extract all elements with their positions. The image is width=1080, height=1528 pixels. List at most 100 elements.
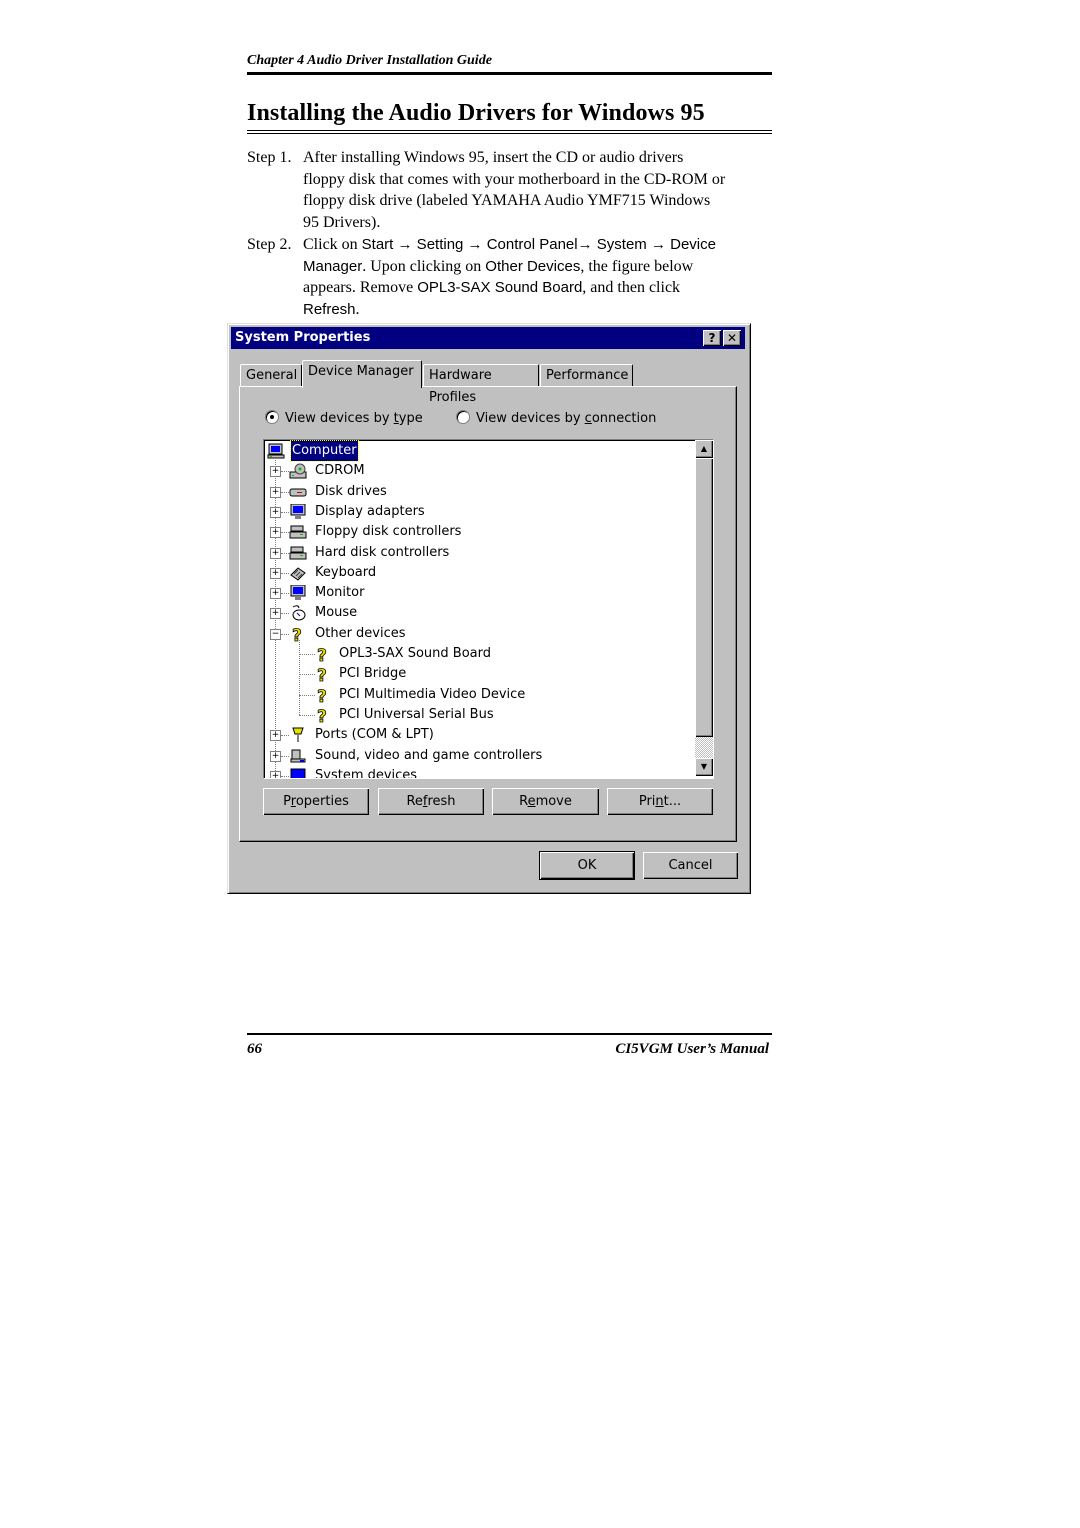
step-text: . Upon clicking on [362,257,486,275]
title-bar[interactable]: System Properties ? ✕ [231,327,745,349]
expand-icon[interactable]: + [270,770,281,778]
tree-item[interactable]: + Sound, video and game controllers [264,746,684,766]
button-label: Re [406,794,423,809]
expand-icon[interactable]: + [270,567,281,579]
question-icon: ? [289,625,307,646]
tree-item[interactable]: + Mouse [264,603,684,623]
tree-connector-line [299,714,315,716]
step-text: Click on [303,236,362,253]
close-button[interactable]: ✕ [723,330,741,346]
tree-item-label: CDROM [315,463,365,479]
tree-item-label: Keyboard [315,564,377,580]
radio-label: onnection [591,411,657,426]
tree-item[interactable]: + CDROM [264,461,684,481]
step-number: Step 1. [247,149,292,166]
display-adapter-icon [289,503,307,520]
tree-item[interactable]: + Keyboard [264,563,684,583]
properties-button[interactable]: Properties [263,788,369,815]
remove-button[interactable]: Remove [492,788,599,815]
tab-performance[interactable]: Performance [540,364,633,386]
tree-item[interactable]: ? PCI Universal Serial Bus [264,705,684,727]
scroll-track[interactable] [695,737,713,758]
tree-item[interactable]: ? PCI Multimedia Video Device [264,685,684,707]
page-number: 66 [247,1041,262,1057]
dialog-title: System Properties [235,330,371,345]
tree-item[interactable]: + Monitor [264,583,684,603]
tab-hardware-profiles[interactable]: Hardware Profiles [423,364,539,405]
svg-text:?: ? [317,646,327,662]
tree-item-label: Floppy disk controllers [315,524,462,540]
tree-item[interactable]: + Hard disk controllers [264,543,684,563]
tree-item[interactable]: + Disk drives [264,482,684,502]
step-text: . [355,300,360,318]
expand-icon[interactable]: + [270,486,281,498]
device-tree[interactable]: Computer + CDROM + Disk drives + Display adapt… [263,439,714,779]
expand-icon[interactable]: + [270,466,281,478]
radio-label: View devices by [285,411,394,426]
collapse-icon[interactable]: − [270,628,281,640]
system-properties-dialog: System Properties ? ✕ General Device Man… [227,323,751,894]
cancel-button[interactable]: Cancel [643,852,738,879]
system-device-icon [289,768,307,778]
tree-connector-line [281,532,289,534]
scroll-up-button[interactable]: ▲ [695,440,713,458]
tree-item[interactable]: + Display adapters [264,502,684,522]
title-rule [247,130,772,134]
tree-connector-line [281,491,289,493]
refresh-button[interactable]: Refresh [378,788,484,815]
arrow-down-icon: ▼ [700,762,708,771]
tree-item[interactable]: ? PCI Bridge [264,664,684,687]
tree-connector-line [299,639,300,715]
tree-item-label: PCI Bridge [339,666,407,682]
vertical-scrollbar[interactable]: ▲ ▼ [695,440,713,776]
expand-icon[interactable]: + [270,506,281,518]
tree-item-label: Sound, video and game controllers [315,747,543,763]
tree-item[interactable]: −? Other devices [264,624,684,646]
svg-text:?: ? [317,707,327,723]
expand-icon[interactable]: + [270,750,281,762]
tree-item[interactable]: + Floppy disk controllers [264,522,684,542]
tree-item-label: Display adapters [315,503,425,519]
tree-item-label: PCI Multimedia Video Device [339,686,526,702]
tab-device-manager[interactable]: Device Manager [302,360,422,388]
tree-connector-line [299,654,315,655]
question-icon: ? [314,706,332,727]
button-label-accel: e [527,794,536,809]
step-line: After installing Windows 95, insert the … [303,149,684,166]
expand-icon[interactable]: + [270,588,281,600]
button-label: t... [663,794,682,809]
view-by-connection-radio[interactable]: View devices by connection [456,410,656,426]
radio-label: View devices by [476,411,585,426]
cdrom-icon [289,463,307,479]
expand-icon[interactable]: + [270,730,281,742]
monitor-icon [289,584,307,601]
scroll-down-button[interactable]: ▼ [695,758,713,776]
tree-item[interactable]: ? OPL3-SAX Sound Board [264,644,684,666]
help-button[interactable]: ? [703,330,721,346]
ok-button[interactable]: OK [539,851,635,880]
button-label: resh [427,794,456,809]
expand-icon[interactable]: + [270,527,281,539]
expand-icon[interactable]: + [270,608,281,620]
tree-connector-line [281,511,289,513]
radio-label-accel: c [584,411,592,426]
view-by-type-radio[interactable]: View devices by type [265,410,423,426]
print-button[interactable]: Print... [607,788,713,815]
svg-text:?: ? [317,666,327,682]
tree-item-label: Hard disk controllers [315,544,450,560]
tree-item-label: PCI Universal Serial Bus [339,706,494,722]
ui-term: Refresh [303,300,356,318]
manual-name: CI5VGM User’s Manual [615,1041,769,1057]
page-title: Installing the Audio Drivers for Windows… [247,100,705,126]
expand-icon[interactable]: + [270,547,281,559]
step-line: 95 Drivers). [303,213,381,231]
tab-general[interactable]: General [240,364,302,386]
tree-item[interactable]: + System devices [264,766,684,778]
chapter-header: Chapter 4 Audio Driver Installation Guid… [247,53,492,68]
port-icon [289,727,307,743]
tree-connector-line [281,735,289,737]
tree-item[interactable]: + Ports (COM & LPT) [264,725,684,745]
close-icon: ✕ [726,331,738,345]
scroll-thumb[interactable] [695,458,713,737]
controller-icon [289,545,307,561]
